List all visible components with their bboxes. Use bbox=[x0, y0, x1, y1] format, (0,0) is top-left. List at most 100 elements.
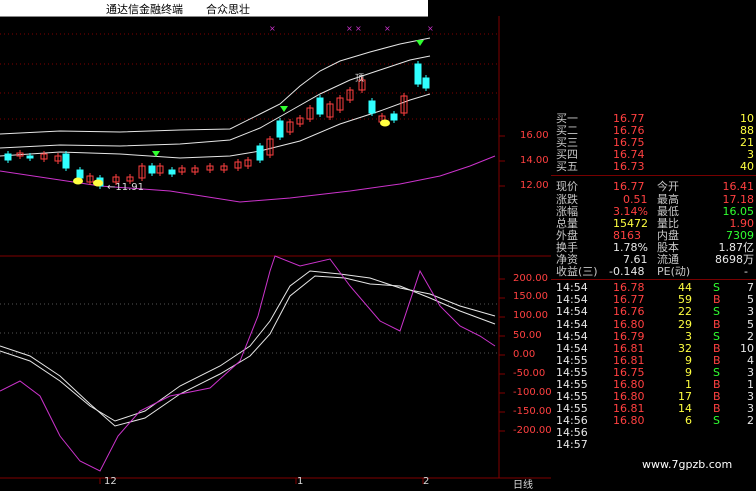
macd-tick: -150.00 bbox=[513, 406, 552, 417]
hammer-marker bbox=[93, 179, 103, 187]
tick-list[interactable]: 14:54 16.78 44 S 7 14:54 16.77 59 B 5 14:54 16.76 22… bbox=[551, 282, 756, 451]
tick-time: 14:57 bbox=[556, 438, 588, 452]
candle-body bbox=[148, 165, 156, 174]
quote-panel: 买一 16.77 10 买二 16.76 88 买三 16.75 21 买四 16.74 3 买… bbox=[551, 113, 756, 452]
low-price-label: ←11.91 bbox=[107, 182, 145, 193]
stat-label: 现价 bbox=[556, 180, 578, 194]
stat-label: 量比 bbox=[657, 216, 679, 230]
macd-tick: 200.00 bbox=[513, 273, 548, 284]
stat-value: 16.41 bbox=[722, 180, 755, 194]
tick-side: S bbox=[713, 305, 720, 319]
period-tab-daily[interactable]: 日线 bbox=[513, 476, 533, 491]
tick-vol: 32 bbox=[678, 341, 692, 355]
x-label-feb: 2 bbox=[423, 476, 430, 487]
signal-mark: × bbox=[384, 24, 391, 33]
stat-label: 今开 bbox=[657, 180, 679, 194]
bid-vol: 40 bbox=[740, 160, 754, 174]
tick-row: 14:54 16.79 3 S 2 bbox=[551, 329, 756, 343]
tick-price: 16.81 bbox=[613, 341, 645, 355]
tick-time: 14:54 bbox=[556, 305, 588, 319]
bid-price: 16.73 bbox=[613, 160, 645, 174]
stats-list: 现价 16.77 今开 16.41 涨跌 0.51 最高 17.18 涨幅 3.14% 最低 16… bbox=[551, 181, 756, 278]
stat-value: 15472 bbox=[613, 216, 648, 230]
tick-side: S bbox=[713, 329, 720, 343]
stat-value: 0.51 bbox=[623, 192, 648, 206]
stat-row: 涨幅 3.14% 最低 16.05 bbox=[551, 204, 756, 218]
hammer-marker bbox=[380, 119, 390, 127]
tick-time: 14:54 bbox=[556, 329, 588, 343]
kline-chart[interactable]: × × × × × bbox=[0, 16, 551, 487]
stat-value: 8698万 bbox=[715, 253, 754, 267]
macd-tick: -200.00 bbox=[513, 425, 552, 436]
bid-row[interactable]: 买二 16.76 88 bbox=[551, 125, 756, 137]
boll-mid bbox=[0, 55, 431, 149]
candle-body bbox=[390, 113, 398, 121]
macd-tick: 50.00 bbox=[513, 330, 542, 341]
tick-price: 16.81 bbox=[613, 353, 645, 367]
stat-value: 1.90 bbox=[729, 216, 755, 230]
tick-count: 5 bbox=[747, 317, 754, 331]
tick-price: 16.80 bbox=[613, 414, 645, 428]
signal-mark: × bbox=[269, 24, 276, 33]
tick-row: 14:54 16.76 22 S 3 bbox=[551, 306, 756, 318]
bid-row[interactable]: 买五 16.73 40 bbox=[551, 161, 756, 173]
tick-row: 14:57 bbox=[551, 439, 756, 451]
price-tick: 16.00 bbox=[520, 130, 549, 141]
candle-body bbox=[256, 145, 264, 161]
bid-row[interactable]: 买一 16.77 10 bbox=[551, 113, 756, 125]
candle-body bbox=[368, 100, 376, 114]
tick-time: 14:54 bbox=[556, 341, 588, 355]
bid-row[interactable]: 买三 16.75 21 bbox=[551, 137, 756, 149]
arrow-marker bbox=[416, 40, 424, 46]
tick-time: 14:55 bbox=[556, 353, 588, 367]
tick-vol: 9 bbox=[685, 353, 692, 367]
candle-body bbox=[276, 120, 284, 138]
watermark: www.7gpzb.com bbox=[642, 458, 733, 471]
macd-tick: 100.00 bbox=[513, 310, 548, 321]
tick-side: B bbox=[713, 317, 721, 331]
tick-side: B bbox=[713, 341, 721, 355]
candle-body bbox=[76, 169, 84, 179]
tick-count: 3 bbox=[747, 305, 754, 319]
bid-list: 买一 16.77 10 买二 16.76 88 买三 16.75 21 买四 16.74 3 买… bbox=[551, 113, 756, 173]
stat-label: 最低 bbox=[657, 204, 679, 218]
macd-tick: -100.00 bbox=[513, 387, 552, 398]
tick-price: 16.80 bbox=[613, 317, 645, 331]
tick-vol: 6 bbox=[685, 414, 692, 428]
price-tick: 12.00 bbox=[520, 180, 549, 191]
bid-label: 买五 bbox=[556, 160, 578, 174]
tick-vol: 3 bbox=[685, 329, 692, 343]
stat-label: 涨跌 bbox=[556, 192, 578, 206]
tick-price: 16.79 bbox=[613, 329, 645, 343]
macd-dif-line bbox=[0, 270, 496, 422]
tick-price: 16.76 bbox=[613, 305, 645, 319]
candle-body bbox=[62, 153, 70, 169]
signal-mark: × bbox=[355, 24, 362, 33]
tick-count: 2 bbox=[747, 329, 754, 343]
arrow-marker bbox=[280, 106, 288, 112]
macd-tick: 150.00 bbox=[513, 291, 548, 302]
stat-value: 3.14% bbox=[613, 204, 648, 218]
tick-row: 14:54 16.81 32 B 10 bbox=[551, 341, 756, 355]
tick-count: 4 bbox=[747, 353, 754, 367]
signal-mark: × bbox=[346, 24, 353, 33]
candle-body bbox=[422, 77, 430, 89]
x-label-dec: 12 bbox=[104, 476, 117, 487]
boll-lower bbox=[0, 93, 431, 159]
hammer-marker bbox=[73, 177, 83, 185]
tick-side: S bbox=[713, 414, 720, 428]
stat-row: 收益(三) -0.148 PE(动) - bbox=[551, 266, 756, 278]
stock-name: 合众思壮 bbox=[206, 3, 250, 16]
bid-row[interactable]: 买四 16.74 3 bbox=[551, 149, 756, 161]
tick-side: B bbox=[713, 353, 721, 367]
stat-value: 16.77 bbox=[613, 180, 645, 194]
macd-tick: 0.00 bbox=[513, 349, 536, 360]
stat-label: 总量 bbox=[556, 216, 578, 230]
top-marker: 顶 bbox=[355, 74, 365, 84]
macd-dea-line bbox=[0, 275, 496, 427]
tick-count: 10 bbox=[740, 341, 754, 355]
candle-body bbox=[414, 63, 422, 85]
candle-body bbox=[316, 97, 324, 115]
stat-label: 涨幅 bbox=[556, 204, 578, 218]
candle-body bbox=[4, 153, 12, 161]
